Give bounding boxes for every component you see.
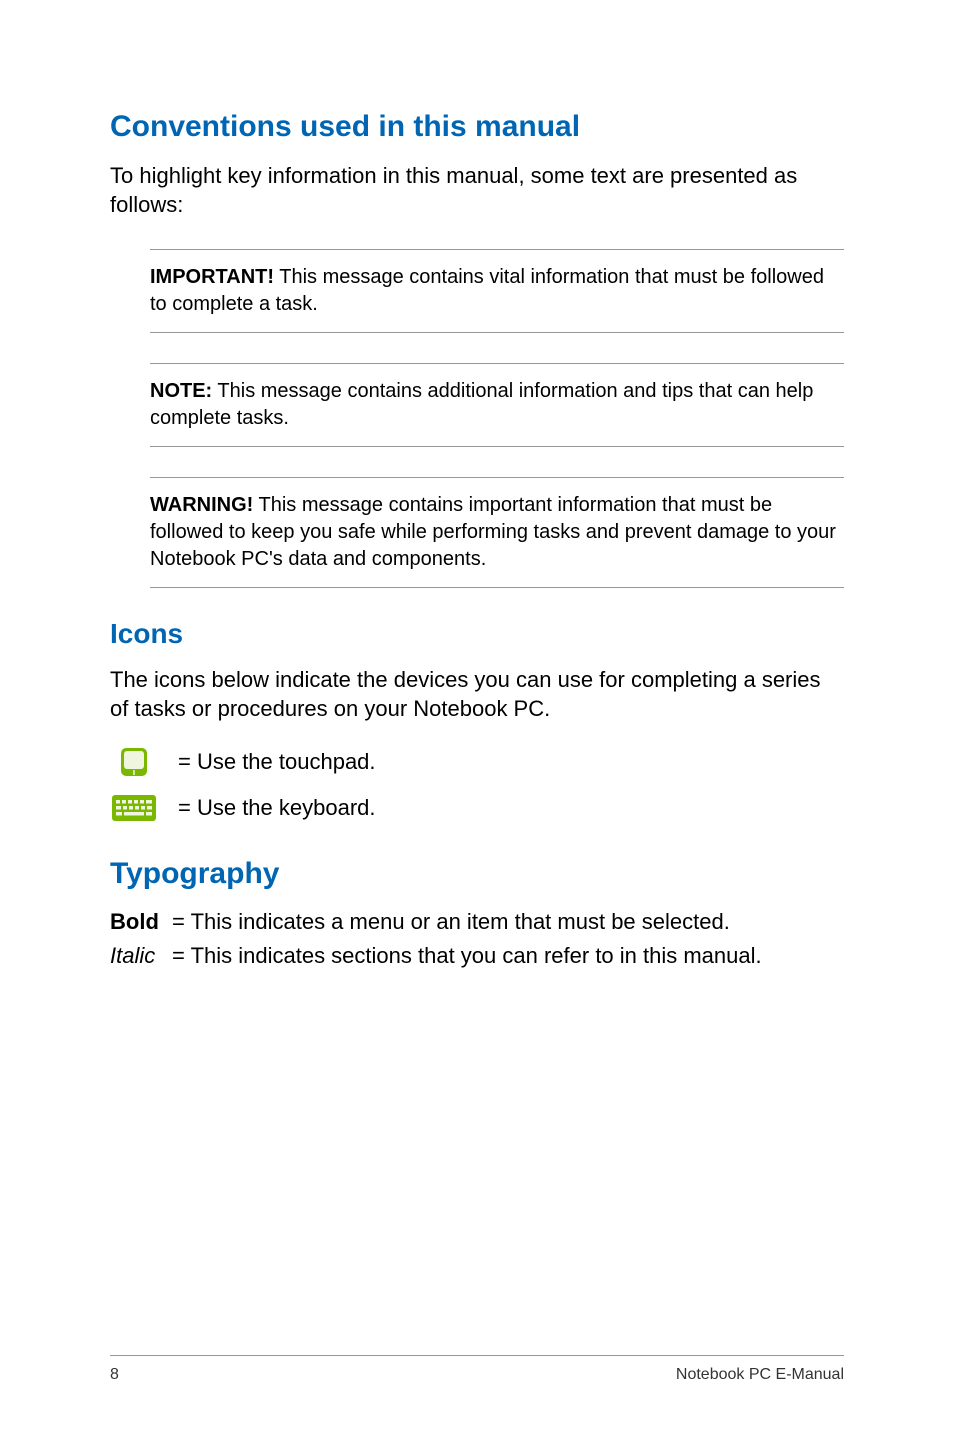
italic-text: = This indicates sections that you can r… bbox=[172, 943, 762, 969]
bold-row: Bold = This indicates a menu or an item … bbox=[110, 909, 844, 935]
icons-section: Icons The icons below indicate the devic… bbox=[110, 618, 844, 825]
typography-section: Typography Bold = This indicates a menu … bbox=[110, 857, 844, 969]
icons-heading: Icons bbox=[110, 618, 844, 650]
note-content: NOTE: This message contains additional i… bbox=[150, 378, 844, 432]
important-label: IMPORTANT! bbox=[150, 266, 274, 288]
keyboard-row: = Use the keyboard. bbox=[110, 791, 844, 825]
keyboard-icon bbox=[110, 791, 158, 825]
warning-label: WARNING! bbox=[150, 494, 253, 516]
warning-box: WARNING! This message contains important… bbox=[150, 477, 844, 588]
touchpad-row: = Use the touchpad. bbox=[110, 745, 844, 779]
important-box: IMPORTANT! This message contains vital i… bbox=[150, 249, 844, 333]
page-number: 8 bbox=[110, 1366, 119, 1384]
conventions-heading: Conventions used in this manual bbox=[110, 110, 844, 144]
note-text: This message contains additional informa… bbox=[150, 380, 813, 429]
touchpad-text: = Use the touchpad. bbox=[178, 749, 376, 775]
warning-content: WARNING! This message contains important… bbox=[150, 492, 844, 573]
conventions-intro: To highlight key information in this man… bbox=[110, 162, 844, 219]
bold-label: Bold bbox=[110, 909, 172, 935]
page-footer: 8 Notebook PC E-Manual bbox=[110, 1355, 844, 1384]
conventions-section: Conventions used in this manual To highl… bbox=[110, 110, 844, 588]
footer-title: Notebook PC E-Manual bbox=[676, 1366, 844, 1384]
note-box: NOTE: This message contains additional i… bbox=[150, 363, 844, 447]
note-label: NOTE: bbox=[150, 380, 212, 402]
typography-heading: Typography bbox=[110, 857, 844, 891]
important-content: IMPORTANT! This message contains vital i… bbox=[150, 264, 844, 318]
bold-text: = This indicates a menu or an item that … bbox=[172, 909, 730, 935]
keyboard-text: = Use the keyboard. bbox=[178, 795, 376, 821]
italic-label: Italic bbox=[110, 943, 172, 969]
touchpad-icon bbox=[110, 745, 158, 779]
icons-intro: The icons below indicate the devices you… bbox=[110, 666, 844, 723]
warning-text: This message contains important informat… bbox=[150, 494, 836, 570]
italic-row: Italic = This indicates sections that yo… bbox=[110, 943, 844, 969]
